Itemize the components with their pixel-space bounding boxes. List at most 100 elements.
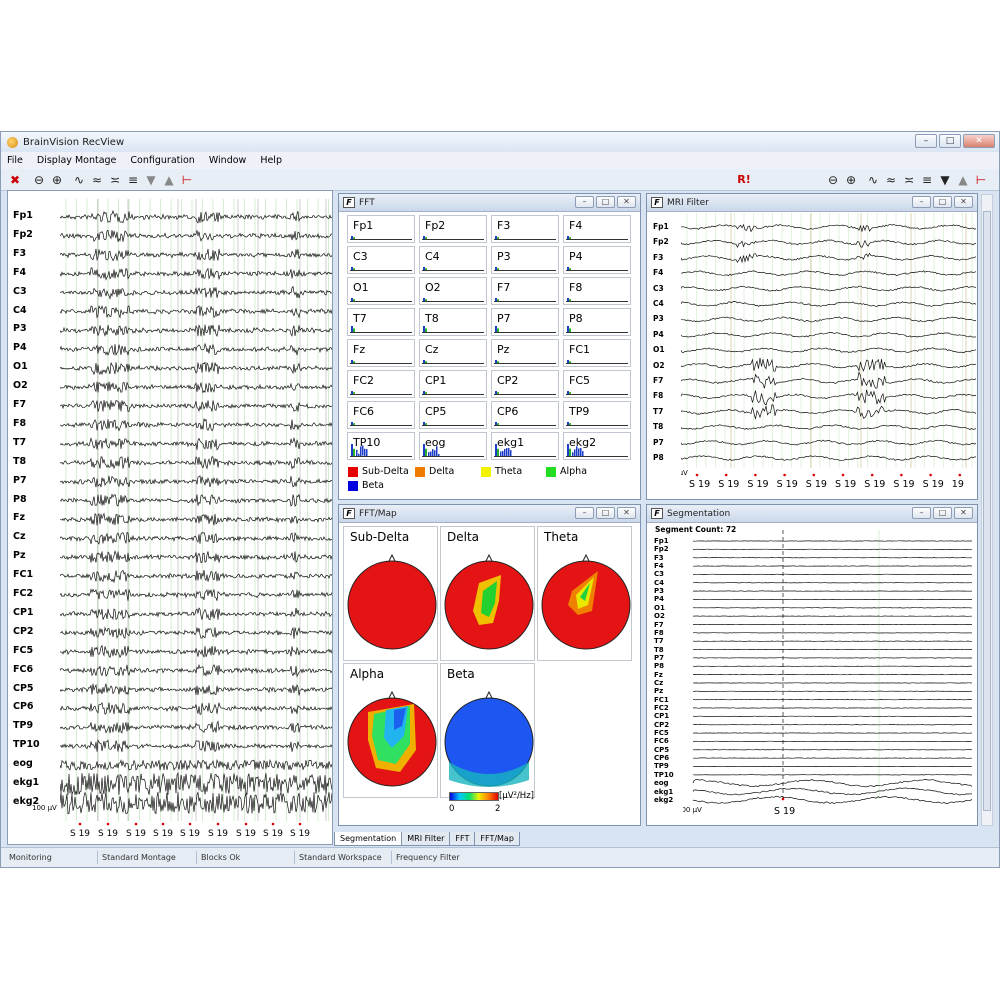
vertical-scrollbar[interactable] — [981, 194, 993, 826]
map-cell-alpha[interactable]: Alpha — [343, 663, 438, 798]
waveform-icon-right[interactable]: ∿ — [865, 172, 881, 188]
fft-cell-fp2[interactable]: Fp2 — [419, 215, 487, 243]
map-title: FFT/Map — [359, 508, 397, 519]
zoom-out-icon-right[interactable]: ⊖ — [825, 172, 841, 188]
baseline-icon[interactable]: ≈ — [89, 172, 105, 188]
tab-fft-map[interactable]: FFT/Map — [474, 832, 520, 846]
map-restore-button[interactable]: □ — [596, 507, 615, 519]
close-button[interactable]: ✕ — [963, 134, 995, 148]
menu-file[interactable]: File — [7, 155, 23, 166]
fft-cell-cp1[interactable]: CP1 — [419, 370, 487, 398]
zoom-out-icon[interactable]: ⊖ — [31, 172, 47, 188]
mri-minimize-button[interactable]: – — [912, 196, 931, 208]
fft-cell-t8[interactable]: T8 — [419, 308, 487, 336]
fft-cell-cp6[interactable]: CP6 — [491, 401, 559, 429]
scale-down-icon[interactable]: ▼ — [143, 172, 159, 188]
window-tabs: Segmentation MRI Filter FFT FFT/Map — [334, 832, 520, 846]
fft-cell-fp1[interactable]: Fp1 — [347, 215, 415, 243]
fft-cell-ekg2[interactable]: ekg2 — [563, 432, 631, 460]
filter-icon-right[interactable]: ≍ — [901, 172, 917, 188]
map-cell-sub-delta[interactable]: Sub-Delta — [343, 526, 438, 661]
map-close-button[interactable]: ✕ — [617, 507, 636, 519]
fft-cell-f7[interactable]: F7 — [491, 277, 559, 305]
fft-bar — [569, 328, 571, 332]
map-cell-delta[interactable]: Delta — [440, 526, 535, 661]
menu-configuration[interactable]: Configuration — [130, 155, 194, 166]
map-minimize-button[interactable]: – — [575, 507, 594, 519]
channel-label-c3: C3 — [13, 285, 27, 297]
fft-cell-p7[interactable]: P7 — [491, 308, 559, 336]
seg-marker-label: S 19 — [774, 806, 795, 817]
fft-cell-o2[interactable]: O2 — [419, 277, 487, 305]
seg-minimize-button[interactable]: – — [912, 507, 931, 519]
fft-close-button[interactable]: ✕ — [617, 196, 636, 208]
fft-cell-eog[interactable]: eog — [419, 432, 487, 460]
fft-bar — [567, 391, 569, 394]
scale-up-icon[interactable]: ▲ — [161, 172, 177, 188]
fft-cell-cz[interactable]: Cz — [419, 339, 487, 367]
fft-cell-f4[interactable]: F4 — [563, 215, 631, 243]
map-cell-theta[interactable]: Theta — [537, 526, 632, 661]
mri-restore-button[interactable]: □ — [933, 196, 952, 208]
fft-restore-button[interactable]: □ — [596, 196, 615, 208]
baseline-icon-right[interactable]: ≈ — [883, 172, 899, 188]
fft-spectrum — [351, 391, 355, 394]
fft-cell-fc1[interactable]: FC1 — [563, 339, 631, 367]
mri-marker-label: S 19 — [923, 479, 944, 490]
channels-icon[interactable]: ≡ — [125, 172, 141, 188]
tab-fft[interactable]: FFT — [449, 832, 476, 846]
menu-window[interactable]: Window — [209, 155, 246, 166]
fft-cell-cp5[interactable]: CP5 — [419, 401, 487, 429]
fft-cell-fc6[interactable]: FC6 — [347, 401, 415, 429]
fft-bar — [574, 449, 576, 456]
scrollbar-thumb[interactable] — [983, 211, 991, 811]
seg-close-button[interactable]: ✕ — [954, 507, 973, 519]
channels-icon-right[interactable]: ≡ — [919, 172, 935, 188]
fft-cell-tp10[interactable]: TP10 — [347, 432, 415, 460]
tab-mri-filter[interactable]: MRI Filter — [401, 832, 451, 846]
fft-bar — [572, 452, 574, 456]
fft-cell-pz[interactable]: Pz — [491, 339, 559, 367]
record-button[interactable]: R! — [736, 172, 752, 188]
fft-cell-tp9[interactable]: TP9 — [563, 401, 631, 429]
seg-restore-button[interactable]: □ — [933, 507, 952, 519]
zoom-in-icon[interactable]: ⊕ — [49, 172, 65, 188]
title-bar: BrainVision RecView – □ ✕ — [1, 132, 999, 152]
filter-icon[interactable]: ≍ — [107, 172, 123, 188]
fft-minimize-button[interactable]: – — [575, 196, 594, 208]
maximize-button[interactable]: □ — [939, 134, 961, 148]
marker-icon[interactable]: ⊢ — [179, 172, 195, 188]
fft-baseline — [566, 239, 628, 240]
fft-cell-p8[interactable]: P8 — [563, 308, 631, 336]
stop-icon[interactable]: ✖ — [7, 172, 23, 188]
fft-cell-c3[interactable]: C3 — [347, 246, 415, 274]
mri-label-p8: P8 — [653, 453, 664, 462]
map-cell-beta[interactable]: Beta — [440, 663, 535, 798]
fft-cell-p4[interactable]: P4 — [563, 246, 631, 274]
fft-cell-f8[interactable]: F8 — [563, 277, 631, 305]
fft-cell-cp2[interactable]: CP2 — [491, 370, 559, 398]
menu-help[interactable]: Help — [260, 155, 282, 166]
mri-close-button[interactable]: ✕ — [954, 196, 973, 208]
fft-cell-f3[interactable]: F3 — [491, 215, 559, 243]
menu-display-montage[interactable]: Display Montage — [37, 155, 117, 166]
legend-swatch — [546, 466, 556, 477]
fft-cell-o1[interactable]: O1 — [347, 277, 415, 305]
scale-up-icon-right[interactable]: ▲ — [955, 172, 971, 188]
marker-icon-right[interactable]: ⊢ — [973, 172, 989, 188]
zoom-in-icon-right[interactable]: ⊕ — [843, 172, 859, 188]
fft-cell-fz[interactable]: Fz — [347, 339, 415, 367]
fft-cell-fc2[interactable]: FC2 — [347, 370, 415, 398]
fft-spectrum — [351, 267, 355, 270]
scale-down-icon-right[interactable]: ▼ — [937, 172, 953, 188]
fft-cell-c4[interactable]: C4 — [419, 246, 487, 274]
fft-cell-ekg1[interactable]: ekg1 — [491, 432, 559, 460]
tab-segmentation[interactable]: Segmentation — [334, 832, 403, 846]
fft-cell-fc5[interactable]: FC5 — [563, 370, 631, 398]
fft-cell-p3[interactable]: P3 — [491, 246, 559, 274]
waveform-icon[interactable]: ∿ — [71, 172, 87, 188]
legend-swatch — [415, 466, 425, 477]
minimize-button[interactable]: – — [915, 134, 937, 148]
channel-label-f7: F7 — [13, 399, 27, 410]
fft-cell-t7[interactable]: T7 — [347, 308, 415, 336]
